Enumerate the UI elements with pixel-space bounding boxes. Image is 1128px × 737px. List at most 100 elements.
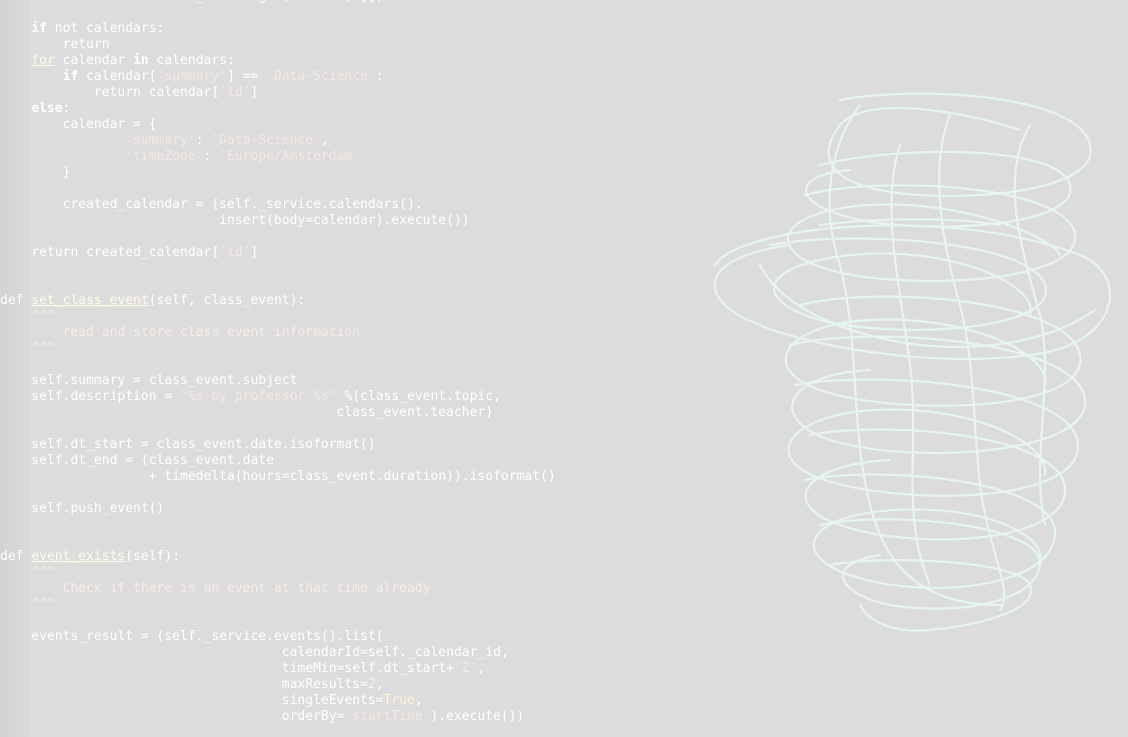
code-line: read and store class event information — [0, 325, 700, 341]
code-token: , — [375, 677, 384, 692]
code-token: %(class_event.topic, — [336, 389, 501, 404]
code-line: """ — [0, 341, 700, 357]
code-token: in — [133, 53, 149, 68]
code-token: , — [477, 661, 486, 676]
code-line: else: — [0, 101, 700, 117]
code-token: event_exists — [31, 549, 126, 564]
code-token: """ — [31, 565, 55, 580]
code-line: return calendar['id'] — [0, 85, 700, 101]
code-token: insert(body=calendar).execute()) — [0, 213, 470, 228]
code-token: def — [0, 293, 24, 308]
code-token: return — [31, 245, 79, 260]
code-token: 'Data-Science' — [211, 133, 321, 148]
code-token: } — [0, 165, 71, 180]
code-line: singleEvents=True, — [0, 693, 700, 709]
code-token: self.dt_start = class_event.date.isoform… — [0, 437, 376, 452]
code-token: 'items' — [290, 0, 345, 4]
code-line: 'summary': 'Data-Science', — [0, 133, 700, 149]
code-token: : — [375, 69, 384, 84]
code-line: return — [0, 37, 700, 53]
code-token: ] == — [227, 69, 267, 84]
code-line: for calendar in calendars: — [0, 53, 700, 69]
code-line: created_calendar = (self._service.calend… — [0, 197, 700, 213]
code-line: events_result = (self._service.events().… — [0, 629, 700, 645]
code-token: 'Data-Science' — [266, 69, 376, 84]
code-line: def event_exists(self): — [0, 549, 700, 565]
code-line: """ — [0, 597, 700, 613]
code-line: self.summary = class_event.subject — [0, 373, 700, 389]
code-token: 'id' — [219, 245, 251, 260]
code-token: events_result = (self._service.events().… — [0, 629, 384, 644]
code-token: timeMin=self.dt_start+ — [0, 661, 454, 676]
code-token: calendars = calendars_result.get( — [0, 0, 289, 4]
code-token: calendar[ — [78, 69, 157, 84]
scribble-drawing-icon — [713, 92, 1112, 632]
code-token: calendar[ — [140, 85, 220, 100]
code-line: Check if there is an event at that time … — [0, 581, 700, 597]
code-line: class_event.teacher) — [0, 405, 700, 421]
code-token: else — [31, 101, 63, 116]
code-token: ).execute()) — [430, 709, 525, 724]
code-line: if not calendars: — [0, 21, 700, 37]
code-token: : — [203, 149, 220, 164]
code-token: , — [320, 133, 329, 148]
code-token: calendars: — [148, 53, 235, 68]
code-token: : — [195, 133, 212, 148]
code-line: timeMin=self.dt_start+'Z', — [0, 661, 700, 677]
code-token: """ — [31, 341, 55, 356]
code-token: (self): — [125, 549, 181, 564]
code-line: """ — [0, 309, 700, 325]
code-token: orderBy= — [0, 709, 345, 724]
code-token: 'summary' — [156, 69, 228, 84]
code-token: maxResults= — [0, 677, 368, 692]
code-token: 'id' — [219, 85, 251, 100]
code-line: self.description = "%s by professor %s" … — [0, 389, 700, 405]
code-token: calendar = { — [0, 117, 157, 132]
code-token: self.dt_end = (class_event.date — [0, 453, 274, 468]
code-token: for — [31, 53, 55, 68]
code-token: not calendars: — [46, 21, 165, 36]
code-token: self.description = — [0, 389, 181, 404]
code-line: """ — [0, 565, 700, 581]
code-token: read and store class event information — [62, 325, 361, 340]
code-token: created_calendar = (self._service.calend… — [0, 197, 423, 212]
code-line: self.dt_end = (class_event.date — [0, 453, 700, 469]
code-token: 'Z' — [453, 661, 478, 676]
code-line: } — [0, 165, 700, 181]
code-token: , — [414, 693, 423, 708]
code-token: """ — [31, 597, 55, 612]
code-token: calendarId=self._calendar_id, — [0, 645, 509, 660]
code-token: singleEvents= — [0, 693, 384, 708]
code-line: calendarId=self._calendar_id, — [0, 645, 700, 661]
code-line: maxResults=2, — [0, 677, 700, 693]
code-token: def — [0, 549, 24, 564]
code-token: return — [62, 37, 110, 52]
code-token: class_event.teacher) — [0, 405, 494, 420]
code-token: ] — [250, 85, 259, 100]
code-token: 'startTime' — [344, 709, 431, 724]
code-token: ] — [250, 245, 259, 260]
code-token: if — [31, 21, 47, 36]
code-editor[interactable]: calendars = calendars_result.get('items'… — [0, 0, 700, 725]
code-line: insert(body=calendar).execute()) — [0, 213, 700, 229]
